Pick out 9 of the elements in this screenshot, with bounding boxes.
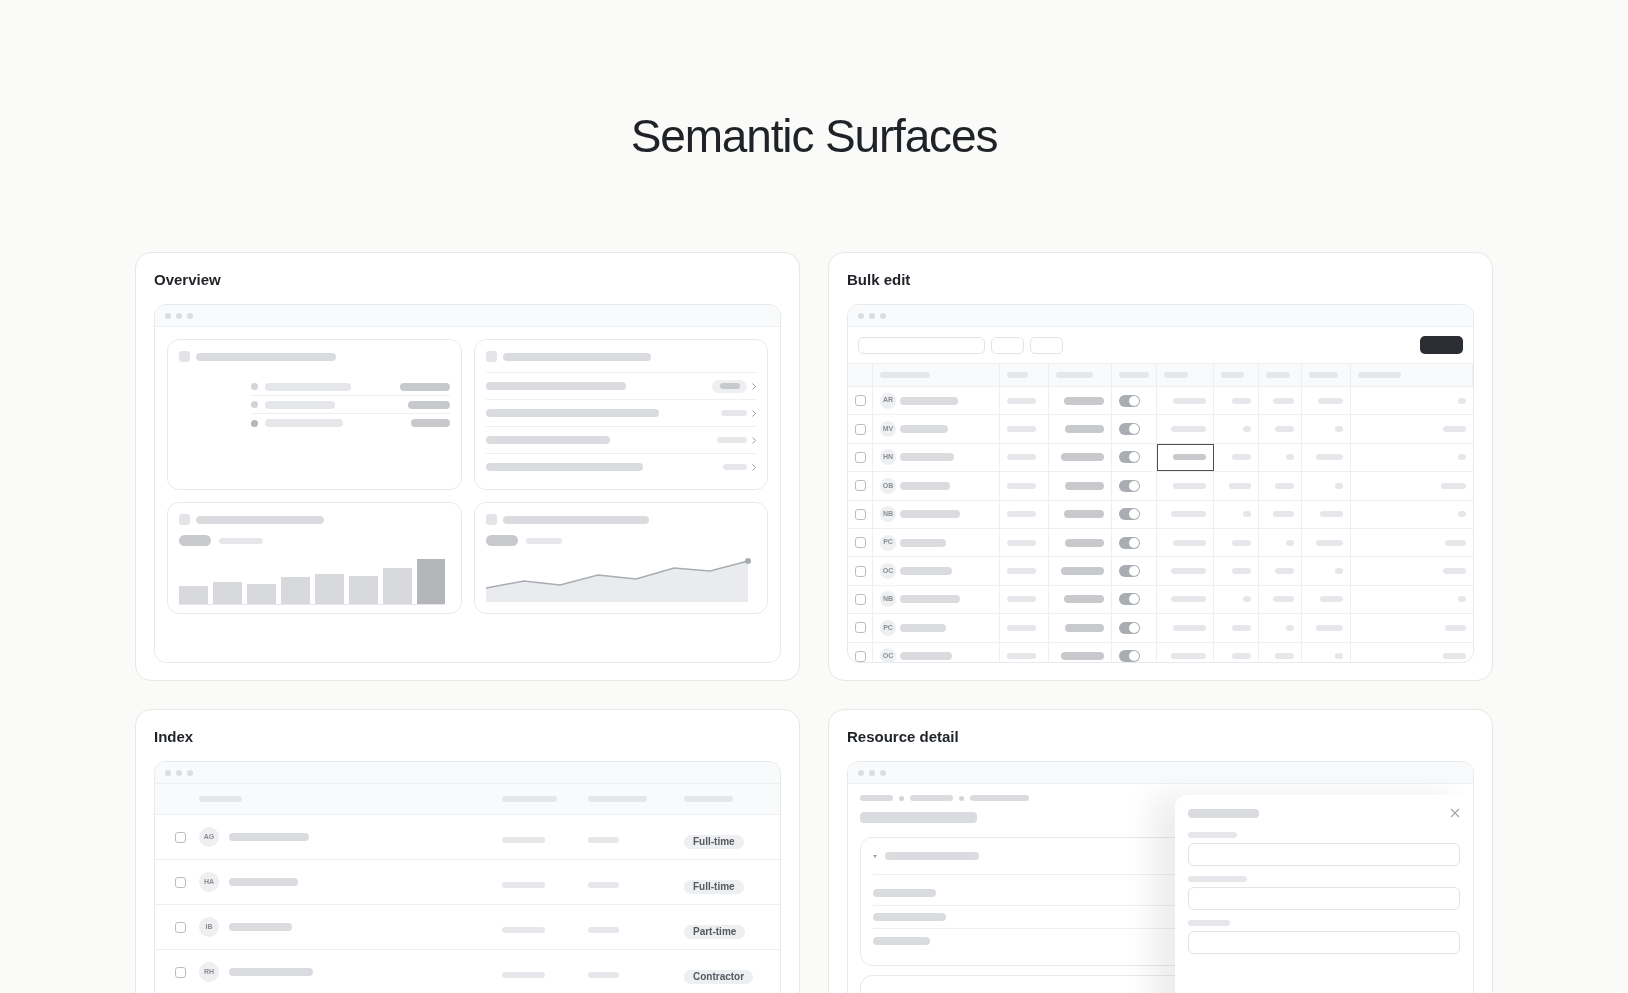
- page-title: Semantic Surfaces: [629, 109, 999, 164]
- card-title: Index: [154, 727, 195, 747]
- card-title: Bulk edit: [847, 270, 912, 290]
- tag: Part-time: [684, 924, 746, 939]
- tag: Full-time: [684, 879, 744, 894]
- card-title: Resource detail: [847, 727, 960, 747]
- tag: Contractor: [684, 969, 754, 984]
- tag: Full-time: [684, 834, 744, 849]
- card-title: Overview: [154, 270, 222, 290]
